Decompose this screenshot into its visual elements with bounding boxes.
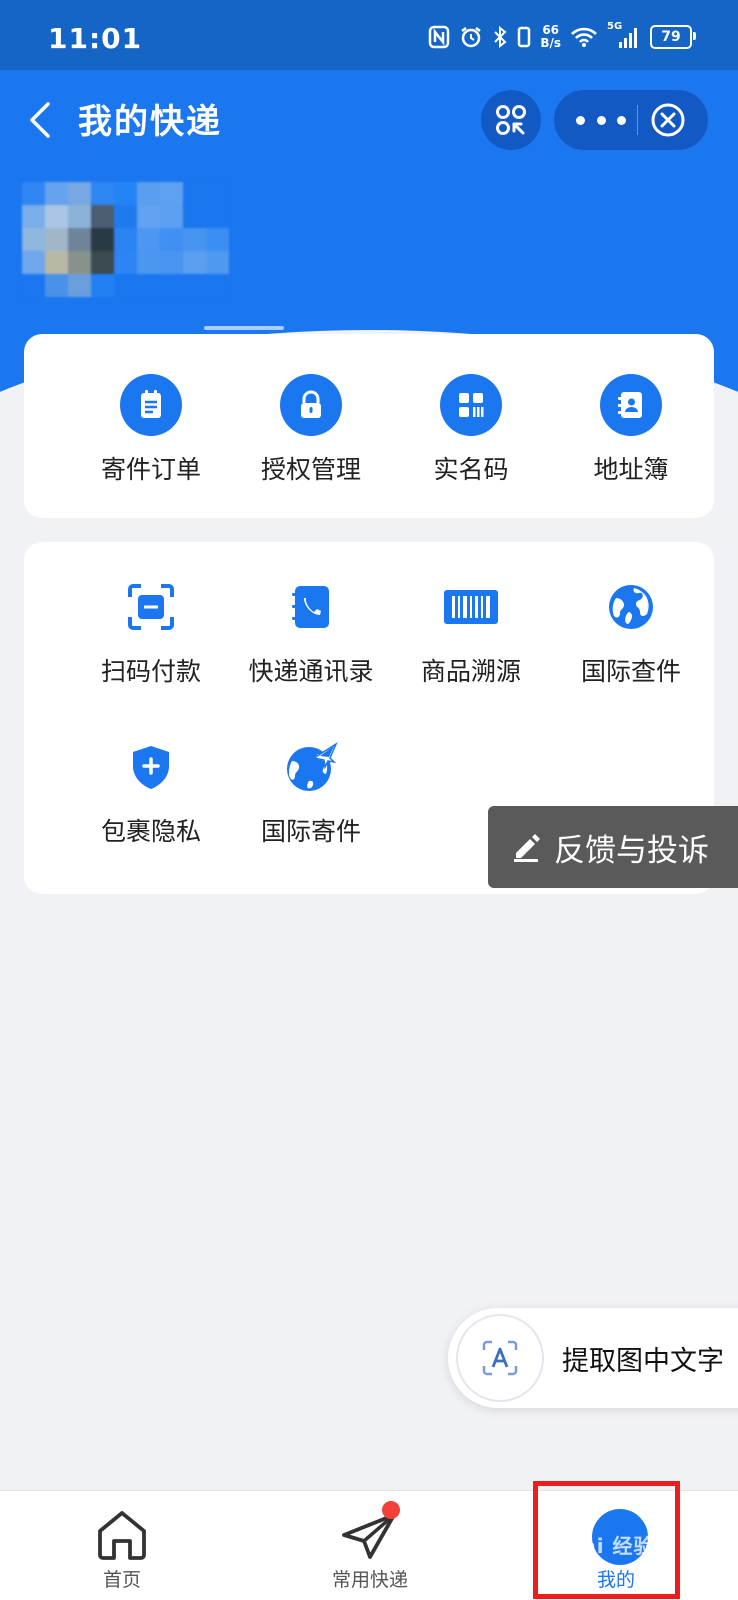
nfc-icon: [429, 25, 450, 49]
net-speed-unit: B/s: [540, 36, 561, 50]
status-bar: 11:01 66 B/s 5G 79: [0, 0, 738, 70]
capsule-divider: [637, 105, 638, 135]
status-time: 11:01: [48, 22, 143, 55]
net-speed: 66 B/s: [540, 24, 561, 50]
service-intl-shipping[interactable]: 国际寄件: [231, 736, 391, 848]
scan-pay-icon: [120, 576, 182, 638]
grid-code-icon: [440, 374, 502, 436]
action-send-orders[interactable]: 寄件订单: [71, 374, 231, 486]
globe-icon: [600, 576, 662, 638]
service-label: 国际寄件: [260, 817, 361, 846]
bluetooth-icon: [494, 25, 507, 49]
notification-badge: [382, 1501, 400, 1519]
action-authorization[interactable]: 授权管理: [231, 374, 391, 486]
signal-indicator: 5G: [607, 21, 641, 50]
order-list-icon: [120, 374, 182, 436]
network-type: 5G: [607, 21, 623, 32]
extract-text-button[interactable]: 提取图中文字: [448, 1308, 738, 1408]
feedback-button[interactable]: 反馈与投诉: [488, 806, 738, 888]
service-label: 快递通讯录: [248, 657, 374, 686]
service-parcel-privacy[interactable]: 包裹隐私: [71, 736, 231, 848]
service-label: 扫码付款: [100, 657, 201, 686]
close-button[interactable]: [650, 102, 686, 138]
home-icon: [98, 1511, 146, 1560]
status-icons: 66 B/s 5G 79: [428, 21, 696, 52]
vibrate-icon: [518, 26, 531, 48]
mini-program-icon: [496, 105, 526, 135]
barcode-icon: [440, 576, 502, 638]
page-title: 我的快递: [78, 102, 222, 142]
tab-label: 常用快递: [331, 1569, 408, 1591]
service-label: 商品溯源: [420, 657, 521, 686]
back-button[interactable]: [22, 98, 58, 142]
text-scan-icon: [456, 1314, 544, 1402]
service-product-trace[interactable]: 商品溯源: [391, 576, 551, 688]
pencil-icon: [514, 834, 540, 862]
battery-level: 79: [661, 29, 681, 45]
wifi-icon: [571, 27, 597, 47]
action-label: 授权管理: [260, 455, 361, 484]
battery-icon: 79: [650, 25, 696, 49]
service-intl-tracking[interactable]: 国际查件: [551, 576, 711, 688]
action-address-book[interactable]: 地址簿: [551, 374, 711, 486]
service-label: 包裹隐私: [100, 817, 201, 846]
action-label: 地址簿: [593, 455, 669, 484]
tab-home[interactable]: 首页: [42, 1491, 202, 1600]
alarm-icon: [461, 27, 482, 48]
service-scan-pay[interactable]: 扫码付款: [71, 576, 231, 688]
more-button[interactable]: [576, 108, 626, 132]
shield-plus-icon: [120, 736, 182, 798]
mini-program-button[interactable]: [481, 90, 541, 150]
baidu-watermark: Bai 经验: [566, 1534, 655, 1558]
action-real-name-code[interactable]: 实名码: [391, 374, 551, 486]
main-actions-card: 寄件订单 授权管理 实名码 地址簿: [24, 334, 714, 518]
extract-text-label: 提取图中文字: [562, 1345, 724, 1377]
tab-label: 首页: [102, 1569, 141, 1591]
screen: 11:01 66 B/s 5G 79 我的快递 寄件订单 授权管理 实名码 地址…: [0, 0, 738, 1600]
tab-frequent-express[interactable]: 常用快递: [290, 1491, 450, 1600]
action-label: 实名码: [433, 455, 509, 484]
action-label: 寄件订单: [100, 455, 201, 484]
capsule-menu: [554, 90, 708, 150]
service-label: 国际查件: [580, 657, 681, 686]
feedback-label: 反馈与投诉: [554, 832, 709, 869]
phone-book-icon: [280, 576, 342, 638]
lock-icon: [280, 374, 342, 436]
service-express-contacts[interactable]: 快递通讯录: [231, 576, 391, 688]
globe-plane-icon: [280, 736, 342, 798]
name-underline: [204, 326, 284, 330]
user-avatar-pixelated: [22, 182, 232, 302]
contact-book-icon: [600, 374, 662, 436]
